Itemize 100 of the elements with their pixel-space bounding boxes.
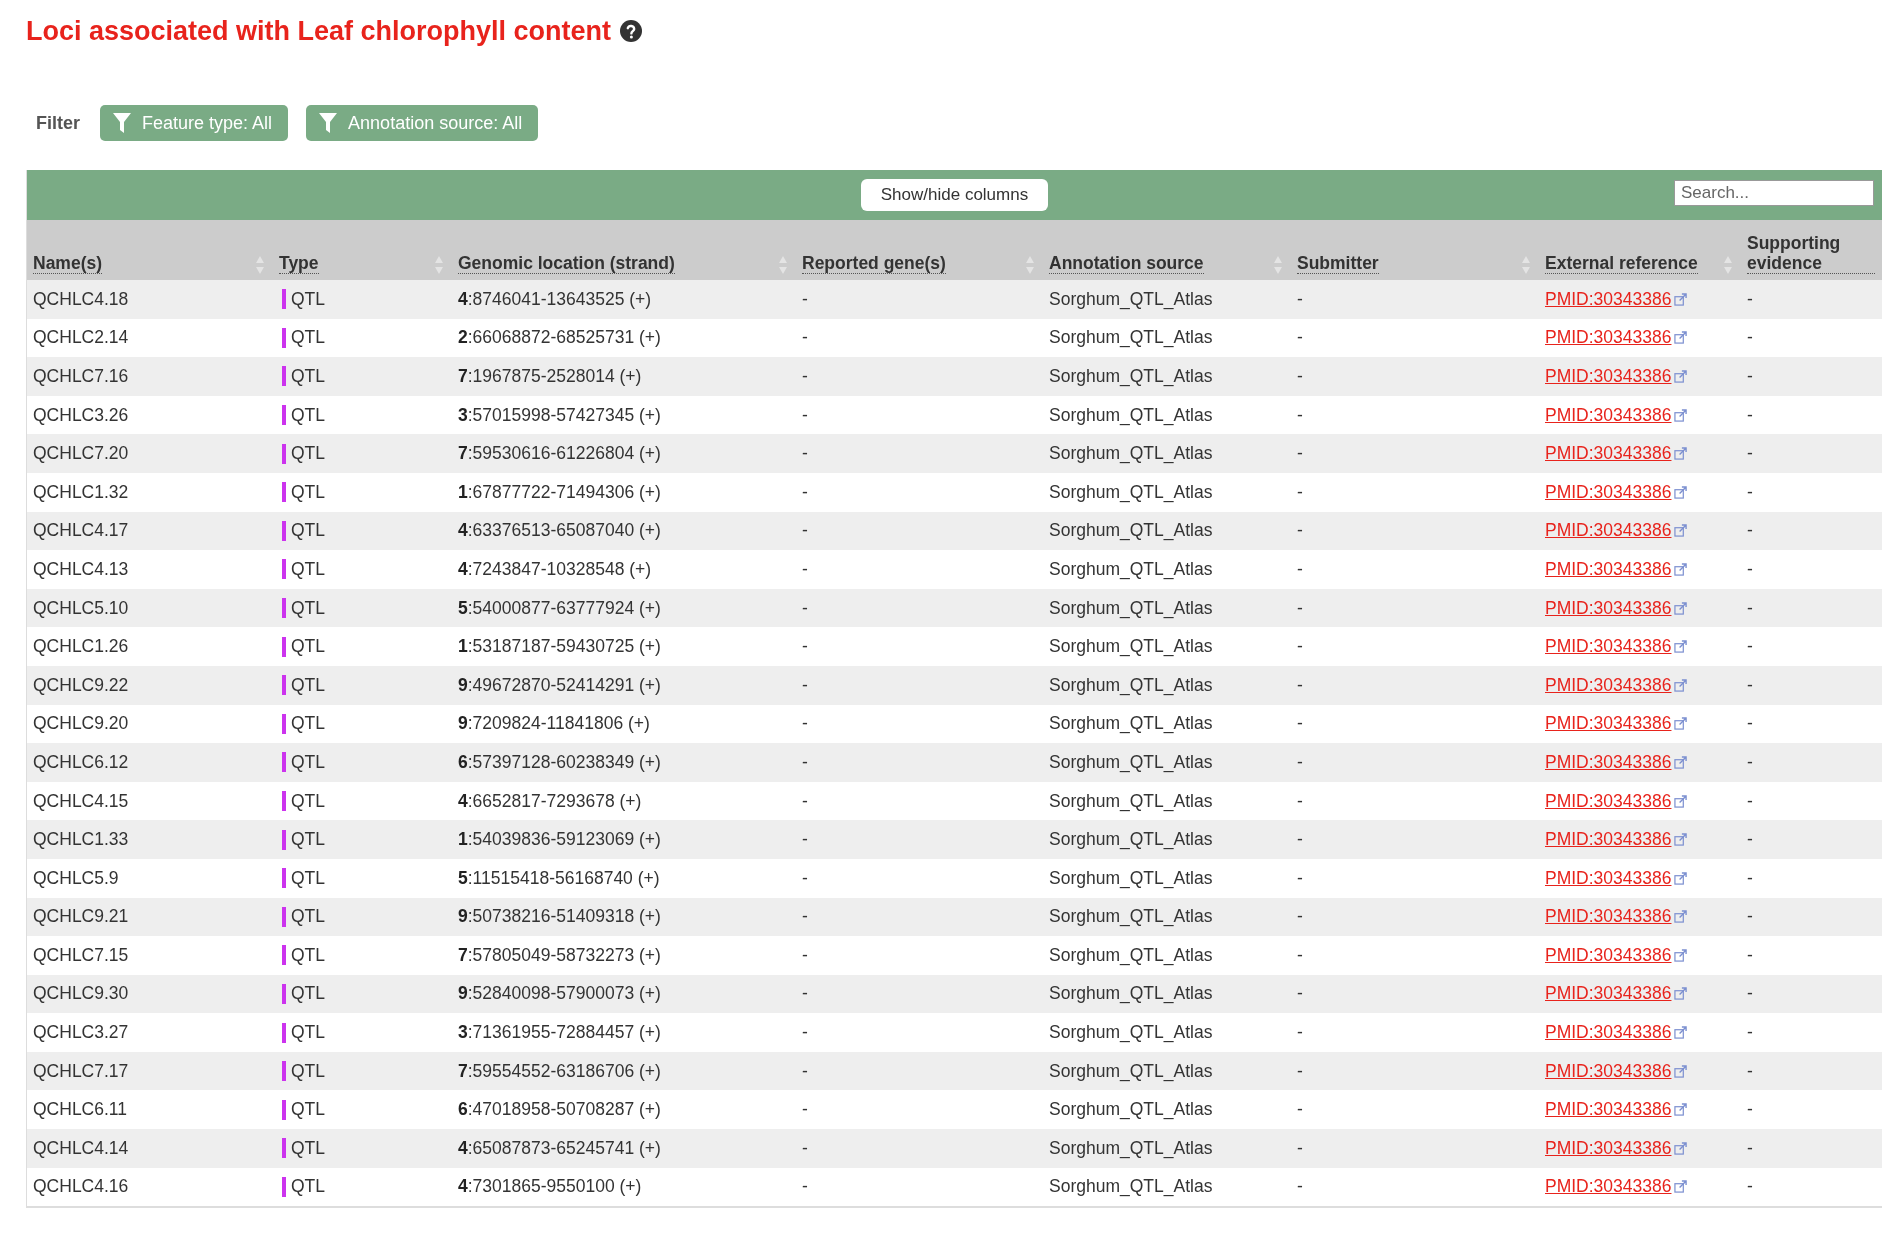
- external-link-icon[interactable]: [1674, 755, 1688, 769]
- filter-button[interactable]: Feature type: All: [100, 105, 289, 141]
- external-link-icon[interactable]: [1674, 562, 1688, 576]
- external-link-icon[interactable]: [1674, 524, 1688, 538]
- reference-link[interactable]: PMID:30343386: [1545, 1176, 1672, 1198]
- reference-link[interactable]: PMID:30343386: [1545, 674, 1672, 696]
- column-header[interactable]: Annotation source: [1043, 220, 1291, 280]
- reference-link[interactable]: PMID:30343386: [1545, 713, 1672, 735]
- column-header[interactable]: Supporting evidence: [1741, 220, 1883, 280]
- reference-link[interactable]: PMID:30343386: [1545, 983, 1672, 1005]
- column-header[interactable]: Reported gene(s): [796, 220, 1043, 280]
- reference-link[interactable]: PMID:30343386: [1545, 906, 1672, 928]
- table-cell: QCHLC7.16: [33, 366, 129, 387]
- reference-link[interactable]: PMID:30343386: [1545, 288, 1672, 310]
- reference-link[interactable]: PMID:30343386: [1545, 1137, 1672, 1159]
- external-link-icon[interactable]: [1674, 447, 1688, 461]
- table-cell: QCHLC9.22: [33, 674, 129, 696]
- reference-link[interactable]: PMID:30343386: [1545, 790, 1672, 812]
- table-cell: -: [1297, 790, 1303, 812]
- external-link-icon[interactable]: [1674, 485, 1688, 499]
- reference-link[interactable]: PMID:30343386: [1545, 944, 1672, 966]
- table-cell: QCHLC2.14: [33, 327, 129, 349]
- reference-link[interactable]: PMID:30343386: [1545, 558, 1672, 580]
- table-cell: -: [1747, 558, 1753, 580]
- table-cell: -: [802, 906, 808, 928]
- table-cell: -: [1297, 983, 1303, 1005]
- external-link-icon[interactable]: [1674, 910, 1688, 924]
- external-link-icon[interactable]: [1674, 1064, 1688, 1078]
- external-link-icon[interactable]: [1674, 601, 1688, 615]
- table-cell: -: [802, 636, 808, 658]
- table-cell: -: [1747, 636, 1753, 658]
- external-link-icon[interactable]: [1674, 948, 1688, 962]
- reference-link[interactable]: PMID:30343386: [1545, 366, 1672, 387]
- table-cell: -: [1747, 906, 1753, 928]
- external-link-icon[interactable]: [1674, 1141, 1688, 1155]
- table-cell: -: [802, 983, 808, 1005]
- table-cell: Sorghum_QTL_Atlas: [1049, 1060, 1213, 1082]
- column-header[interactable]: Name(s): [27, 220, 273, 280]
- external-link-icon[interactable]: [1674, 678, 1688, 692]
- table-cell: QTL: [291, 558, 326, 580]
- external-link-icon[interactable]: [1674, 717, 1688, 731]
- external-link-icon[interactable]: [1674, 408, 1688, 422]
- external-link-icon[interactable]: [1674, 1180, 1688, 1194]
- external-link-icon[interactable]: [1674, 1026, 1688, 1040]
- table-cell: 6:57397128-60238349 (+): [458, 751, 661, 773]
- column-header[interactable]: Genomic location (strand): [452, 220, 796, 280]
- table-cell: 1:53187187-59430725 (+): [458, 636, 661, 658]
- reference-link[interactable]: PMID:30343386: [1545, 597, 1672, 619]
- external-link-icon[interactable]: [1674, 987, 1688, 1001]
- table-cell: 5:11515418-56168740 (+): [458, 867, 660, 889]
- reference-link[interactable]: PMID:30343386: [1545, 1060, 1672, 1082]
- external-link-icon[interactable]: [1674, 833, 1688, 847]
- table-cell: Sorghum_QTL_Atlas: [1049, 443, 1213, 465]
- reference-link[interactable]: PMID:30343386: [1545, 867, 1672, 889]
- show-hide-columns-button[interactable]: Show/hide columns: [860, 179, 1049, 211]
- filter-button[interactable]: Annotation source: All: [306, 105, 539, 141]
- table-cell: QCHLC3.26: [33, 404, 129, 426]
- reference-link[interactable]: PMID:30343386: [1545, 520, 1672, 542]
- table-cell: QCHLC5.9: [33, 867, 119, 889]
- column-header[interactable]: Submitter: [1291, 220, 1539, 280]
- table-cell: QTL: [291, 790, 326, 812]
- search-field[interactable]: Search...: [1674, 180, 1874, 206]
- table-cell: Sorghum_QTL_Atlas: [1049, 867, 1213, 889]
- reference-link[interactable]: PMID:30343386: [1545, 327, 1672, 349]
- external-link-icon[interactable]: [1674, 370, 1688, 383]
- reference-link[interactable]: PMID:30343386: [1545, 751, 1672, 773]
- column-header[interactable]: External reference: [1539, 220, 1741, 280]
- external-link-icon[interactable]: [1674, 871, 1688, 885]
- reference-link[interactable]: PMID:30343386: [1545, 481, 1672, 503]
- reference-link[interactable]: PMID:30343386: [1545, 1022, 1672, 1044]
- table-cell: -: [1297, 443, 1303, 465]
- table-cell: -: [802, 443, 808, 465]
- reference-link[interactable]: PMID:30343386: [1545, 829, 1672, 851]
- table-cell: -: [1747, 1022, 1753, 1044]
- external-link-icon[interactable]: [1674, 794, 1688, 808]
- reference-link[interactable]: PMID:30343386: [1545, 404, 1672, 426]
- table-cell: QCHLC9.20: [33, 713, 129, 735]
- table-cell: 4:65087873-65245741 (+): [458, 1137, 661, 1159]
- table-cell: Sorghum_QTL_Atlas: [1049, 1137, 1213, 1159]
- column-header[interactable]: Type: [273, 220, 452, 280]
- table-cell: 4:6652817-7293678 (+): [458, 790, 642, 812]
- reference-link[interactable]: PMID:30343386: [1545, 1099, 1672, 1121]
- table-cell: -: [1747, 1060, 1753, 1082]
- table-cell: Sorghum_QTL_Atlas: [1049, 674, 1213, 696]
- table-cell: -: [1747, 443, 1753, 465]
- table-cell: QCHLC4.18: [33, 288, 129, 310]
- external-link-icon[interactable]: [1674, 1103, 1688, 1117]
- table-cell: -: [1747, 327, 1753, 349]
- help-icon[interactable]: [619, 18, 644, 43]
- table-cell: Sorghum_QTL_Atlas: [1049, 558, 1213, 580]
- reference-link[interactable]: PMID:30343386: [1545, 636, 1672, 658]
- table-cell: 9:49672870-52414291 (+): [458, 674, 661, 696]
- reference-link[interactable]: PMID:30343386: [1545, 443, 1672, 465]
- external-link-icon[interactable]: [1674, 640, 1688, 654]
- table-cell: -: [802, 481, 808, 503]
- external-link-icon[interactable]: [1674, 292, 1688, 306]
- external-link-icon[interactable]: [1674, 331, 1688, 345]
- table-cell: -: [1297, 1099, 1303, 1121]
- table-cell: QCHLC7.20: [33, 443, 129, 465]
- table-cell: Sorghum_QTL_Atlas: [1049, 790, 1213, 812]
